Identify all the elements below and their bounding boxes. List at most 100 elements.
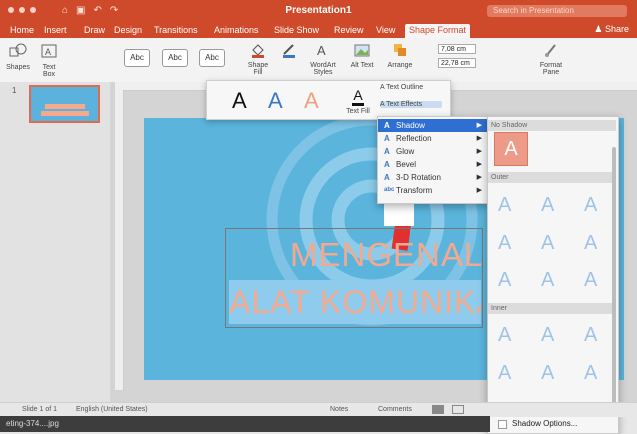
brush-icon [545,44,556,57]
shadow-label: Shadow [396,121,425,130]
tab-animations[interactable]: Animations [210,24,263,36]
no-shadow-header: No Shadow [488,120,616,131]
glow-icon: A [384,147,390,156]
outer-shadow-4[interactable]: A [498,232,511,255]
inner-shadow-6[interactable]: A [584,362,597,385]
menu-item-reflection[interactable]: A Reflection ▶ [378,132,488,145]
text-box-button[interactable]: A Text Box [36,42,62,78]
wordart-label: WordArt Styles [310,62,336,76]
outer-shadow-2[interactable]: A [541,194,554,217]
browser-download-bar: eting-374....jpg [0,416,490,432]
format-pane-button[interactable]: Format Pane [534,42,568,76]
outer-shadow-9[interactable]: A [584,269,597,292]
text-box-label: Text Box [42,64,56,78]
ribbon-tabs: Home Insert Draw Design Transitions Anim… [0,22,637,38]
download-filename[interactable]: eting-374....jpg [6,419,59,428]
inner-shadow-1[interactable]: A [498,324,511,347]
outer-shadow-3[interactable]: A [584,194,597,217]
submenu-scrollbar[interactable] [612,147,616,412]
text-effects-menu: A Shadow ▶ A Reflection ▶ A Glow ▶ A Bevel ▶ A 3-… [377,116,489,204]
wordart-styles-button[interactable]: A WordArt Styles [308,42,338,76]
slide-thumbnail[interactable] [29,85,100,123]
bevel-label: Bevel [396,160,417,169]
menu-item-bevel[interactable]: A Bevel ▶ [378,158,488,171]
reflection-icon: A [384,134,390,143]
tab-shape-format[interactable]: Shape Format [405,24,471,38]
text-fill-label: Text Fill [346,108,370,115]
submenu-arrow-icon: ▶ [476,122,482,129]
person-icon: ♟ [594,24,603,34]
inner-shadow-3[interactable]: A [584,324,597,347]
wordart-sample-orange[interactable]: A [304,88,319,114]
bevel-icon: A [384,160,390,169]
tab-view[interactable]: View [372,24,399,36]
tab-transitions[interactable]: Transitions [150,24,202,36]
outer-shadow-5[interactable]: A [541,232,554,255]
svg-text:A: A [45,47,51,57]
wordart-sample-blue[interactable]: A [268,88,283,114]
paint-bucket-icon [252,44,264,58]
transform-icon: abc [384,187,395,193]
submenu-arrow-icon: ▶ [476,174,482,181]
svg-text:A: A [317,43,326,58]
shape-style-1[interactable]: Abc [124,49,150,67]
tab-home[interactable]: Home [6,24,38,36]
inner-shadow-5[interactable]: A [541,362,554,385]
share-button[interactable]: ♟ Share [594,24,629,35]
width-field[interactable]: 22,78 cm [438,58,476,68]
search-input[interactable]: Search in Presentation [487,5,627,17]
height-field[interactable]: 7,08 cm [438,44,476,54]
title-line-2[interactable]: ALAT KOMUNIKASI [229,280,481,324]
text-fill-button[interactable]: A Text Fill [345,87,371,115]
rotation-icon: A [384,173,390,182]
language-indicator[interactable]: English (United States) [76,406,148,413]
wordart-sample-black[interactable]: A [232,88,247,114]
menu-item-transform[interactable]: abc Transform ▶ [378,184,488,197]
reflection-label: Reflection [396,134,432,143]
menu-item-glow[interactable]: A Glow ▶ [378,145,488,158]
shape-fill-button[interactable]: Shape Fill [244,42,272,76]
outer-shadow-1[interactable]: A [498,194,511,217]
format-pane-label: Format Pane [539,62,563,76]
title-bar: ⌂ ▣ ↶ ↷ Presentation1 Search in Presenta… [0,0,637,22]
notes-button[interactable]: Notes [330,406,348,413]
submenu-arrow-icon: ▶ [476,148,482,155]
shape-style-2[interactable]: Abc [162,49,188,67]
shapes-button[interactable]: Shapes [6,42,30,71]
shapes-icon [9,43,27,57]
text-fill-icon: A [352,87,364,106]
tab-slide-show[interactable]: Slide Show [270,24,323,36]
tab-review[interactable]: Review [330,24,368,36]
text-effects-icon: A [380,101,385,108]
alt-text-button[interactable]: Alt Text [350,42,374,69]
comments-button[interactable]: Comments [378,406,412,413]
sorter-view-icon[interactable] [452,405,464,414]
text-outline-button[interactable]: A Text Outline [380,84,446,91]
title-line-1[interactable]: MENGENAL [290,236,483,274]
alt-text-label: Alt Text [350,62,374,69]
wordart-icon: A [317,43,326,58]
shape-outline-button[interactable] [276,42,302,62]
vertical-ruler [115,90,124,390]
outer-shadow-8[interactable]: A [541,269,554,292]
arrange-icon [394,44,406,56]
rotation-label: 3-D Rotation [396,173,441,182]
arrange-button[interactable]: Arrange [386,42,414,69]
text-outline-icon: A [380,84,385,91]
submenu-arrow-icon: ▶ [476,135,482,142]
text-effects-button[interactable]: A Text Effects [380,101,442,108]
tab-insert[interactable]: Insert [40,24,71,36]
menu-item-shadow[interactable]: A Shadow ▶ [378,119,488,132]
shadow-options-item[interactable]: Shadow Options... [488,416,616,431]
shape-style-3[interactable]: Abc [199,49,225,67]
outer-shadow-6[interactable]: A [584,232,597,255]
tab-draw[interactable]: Draw [80,24,109,36]
menu-item-3d-rotation[interactable]: A 3-D Rotation ▶ [378,171,488,184]
inner-shadow-4[interactable]: A [498,362,511,385]
outer-shadow-7[interactable]: A [498,269,511,292]
share-label: Share [604,24,629,34]
normal-view-icon[interactable] [432,405,444,414]
tab-design[interactable]: Design [110,24,146,36]
inner-shadow-2[interactable]: A [541,324,554,347]
no-shadow-option[interactable]: A [494,132,528,166]
